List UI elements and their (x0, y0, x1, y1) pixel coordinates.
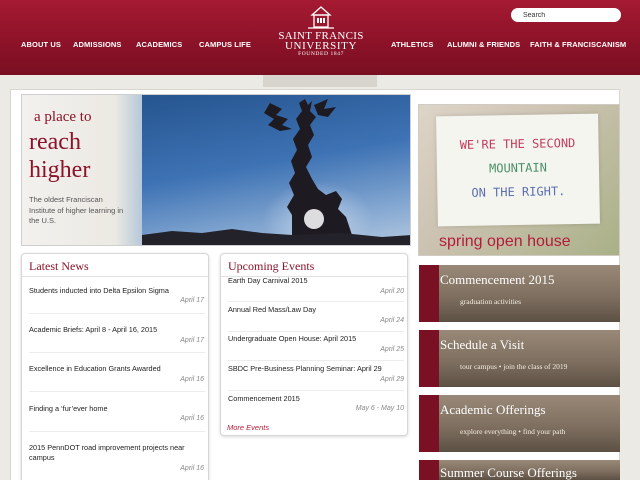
news-item[interactable]: Students inducted into Delta Epsilon Sig… (29, 286, 207, 296)
statue-silhouette (142, 99, 410, 245)
news-item-date: April 16 (180, 415, 204, 422)
news-item-date: April 16 (180, 465, 204, 472)
divider (228, 331, 404, 332)
nav-about-us[interactable]: ABOUT US (21, 40, 61, 49)
site-header: ABOUT US ADMISSIONS ACADEMICS CAMPUS LIF… (0, 0, 640, 75)
tile-title: Academic Offerings (440, 402, 546, 417)
news-item-date: April 16 (180, 376, 204, 383)
promo-sign: WE'RE THE SECOND MOUNTAIN ON THE RIGHT. (436, 113, 600, 227)
promo-sign-line-2: MOUNTAIN (488, 160, 547, 176)
tile-subtitle: explore everything • find your path (460, 427, 566, 436)
event-item[interactable]: Commencement 2015 (228, 394, 406, 404)
news-item-date: April 17 (180, 297, 204, 304)
event-item[interactable]: SBDC Pre-Business Planning Seminar: Apri… (228, 364, 406, 374)
nav-campus-life[interactable]: CAMPUS LIFE (199, 40, 251, 49)
logo-line-2: UNIVERSITY (285, 40, 357, 52)
open-house-promo[interactable]: WE'RE THE SECOND MOUNTAIN ON THE RIGHT. … (418, 104, 620, 256)
hero-banner[interactable]: a place to reach higher The oldest Franc… (21, 94, 411, 246)
divider (228, 360, 404, 361)
logo-line-3: FOUNDED 1847 (298, 51, 344, 57)
divider (29, 431, 205, 432)
university-logo[interactable]: SAINT FRANCIS UNIVERSITY FOUNDED 1847 (273, 6, 369, 58)
tile-academic-offerings[interactable]: Academic Offerings explore everything • … (419, 395, 620, 452)
hero-heading-line-3: higher (29, 157, 91, 183)
news-item-title: Finding a ‘fur’ever home (29, 404, 108, 413)
tile-schedule-visit[interactable]: Schedule a Visit tour campus • join the … (419, 330, 620, 387)
latest-news-box: Latest News Students inducted into Delta… (21, 253, 209, 480)
search-input[interactable] (511, 8, 621, 22)
news-item-title: Excellence in Education Grants Awarded (29, 364, 161, 373)
tile-subtitle: graduation activities (460, 297, 522, 306)
nav-admissions[interactable]: ADMISSIONS (73, 40, 122, 49)
hero-heading-line-2: reach (29, 129, 81, 155)
header-tab-notch (263, 75, 377, 87)
news-item-title: 2015 PennDOT road improvement projects n… (29, 443, 185, 462)
hero-photo (142, 95, 410, 245)
news-item[interactable]: 2015 PennDOT road improvement projects n… (29, 443, 199, 463)
event-item-date: April 29 (380, 376, 404, 383)
hero-heading-line-1: a place to (34, 109, 92, 125)
tile-commencement[interactable]: Commencement 2015 graduation activities (419, 265, 620, 322)
divider (29, 391, 205, 392)
news-item-date: April 17 (180, 337, 204, 344)
nav-academics[interactable]: ACADEMICS (136, 40, 182, 49)
divider (29, 313, 205, 314)
event-item-title: Earth Day Carnival 2015 (228, 276, 308, 285)
event-item-date: May 6 - May 10 (355, 405, 404, 412)
event-item-date: April 20 (380, 288, 404, 295)
event-item-date: April 24 (380, 317, 404, 324)
event-item-title: SBDC Pre-Business Planning Seminar: Apri… (228, 364, 382, 373)
divider (22, 276, 208, 277)
event-item-title: Undergraduate Open House: April 2015 (228, 334, 357, 343)
event-item[interactable]: Earth Day Carnival 2015 (228, 276, 406, 286)
event-item-title: Annual Red Mass/Law Day (228, 305, 317, 314)
promo-caption: spring open house (439, 233, 571, 250)
upcoming-events-title: Upcoming Events (228, 259, 315, 273)
event-item[interactable]: Annual Red Mass/Law Day (228, 305, 406, 315)
tile-title: Summer Course Offerings (440, 465, 577, 480)
news-item-title: Students inducted into Delta Epsilon Sig… (29, 286, 169, 295)
more-events-link[interactable]: More Events (227, 423, 269, 432)
event-item[interactable]: Undergraduate Open House: April 2015 (228, 334, 406, 344)
divider (29, 352, 205, 353)
tile-summer-courses[interactable]: Summer Course Offerings (419, 460, 620, 480)
news-item-title: Academic Briefs: April 8 - April 16, 201… (29, 325, 158, 334)
latest-news-title: Latest News (29, 259, 89, 273)
divider (228, 301, 404, 302)
tile-title: Schedule a Visit (440, 337, 525, 352)
event-item-date: April 25 (380, 346, 404, 353)
divider (228, 390, 404, 391)
nav-alumni-friends[interactable]: ALUMNI & FRIENDS (447, 40, 520, 49)
nav-athletics[interactable]: ATHLETICS (391, 40, 433, 49)
tile-title: Commencement 2015 (440, 272, 555, 287)
news-item[interactable]: Finding a ‘fur’ever home (29, 404, 207, 414)
tile-subtitle: tour campus • join the class of 2019 (460, 362, 568, 371)
nav-faith-franciscanism[interactable]: FAITH & FRANCISCANISM (530, 40, 626, 49)
upcoming-events-box: Upcoming Events Earth Day Carnival 2015 … (220, 253, 408, 436)
hero-description: The oldest Franciscan Institute of highe… (29, 195, 124, 225)
news-item[interactable]: Academic Briefs: April 8 - April 16, 201… (29, 325, 207, 335)
promo-sign-line-1: WE'RE THE SECOND (459, 135, 576, 153)
promo-sign-line-3: ON THE RIGHT. (471, 184, 566, 200)
event-item-title: Commencement 2015 (228, 394, 300, 403)
chapel-icon (308, 6, 334, 29)
news-item[interactable]: Excellence in Education Grants Awarded (29, 364, 207, 374)
